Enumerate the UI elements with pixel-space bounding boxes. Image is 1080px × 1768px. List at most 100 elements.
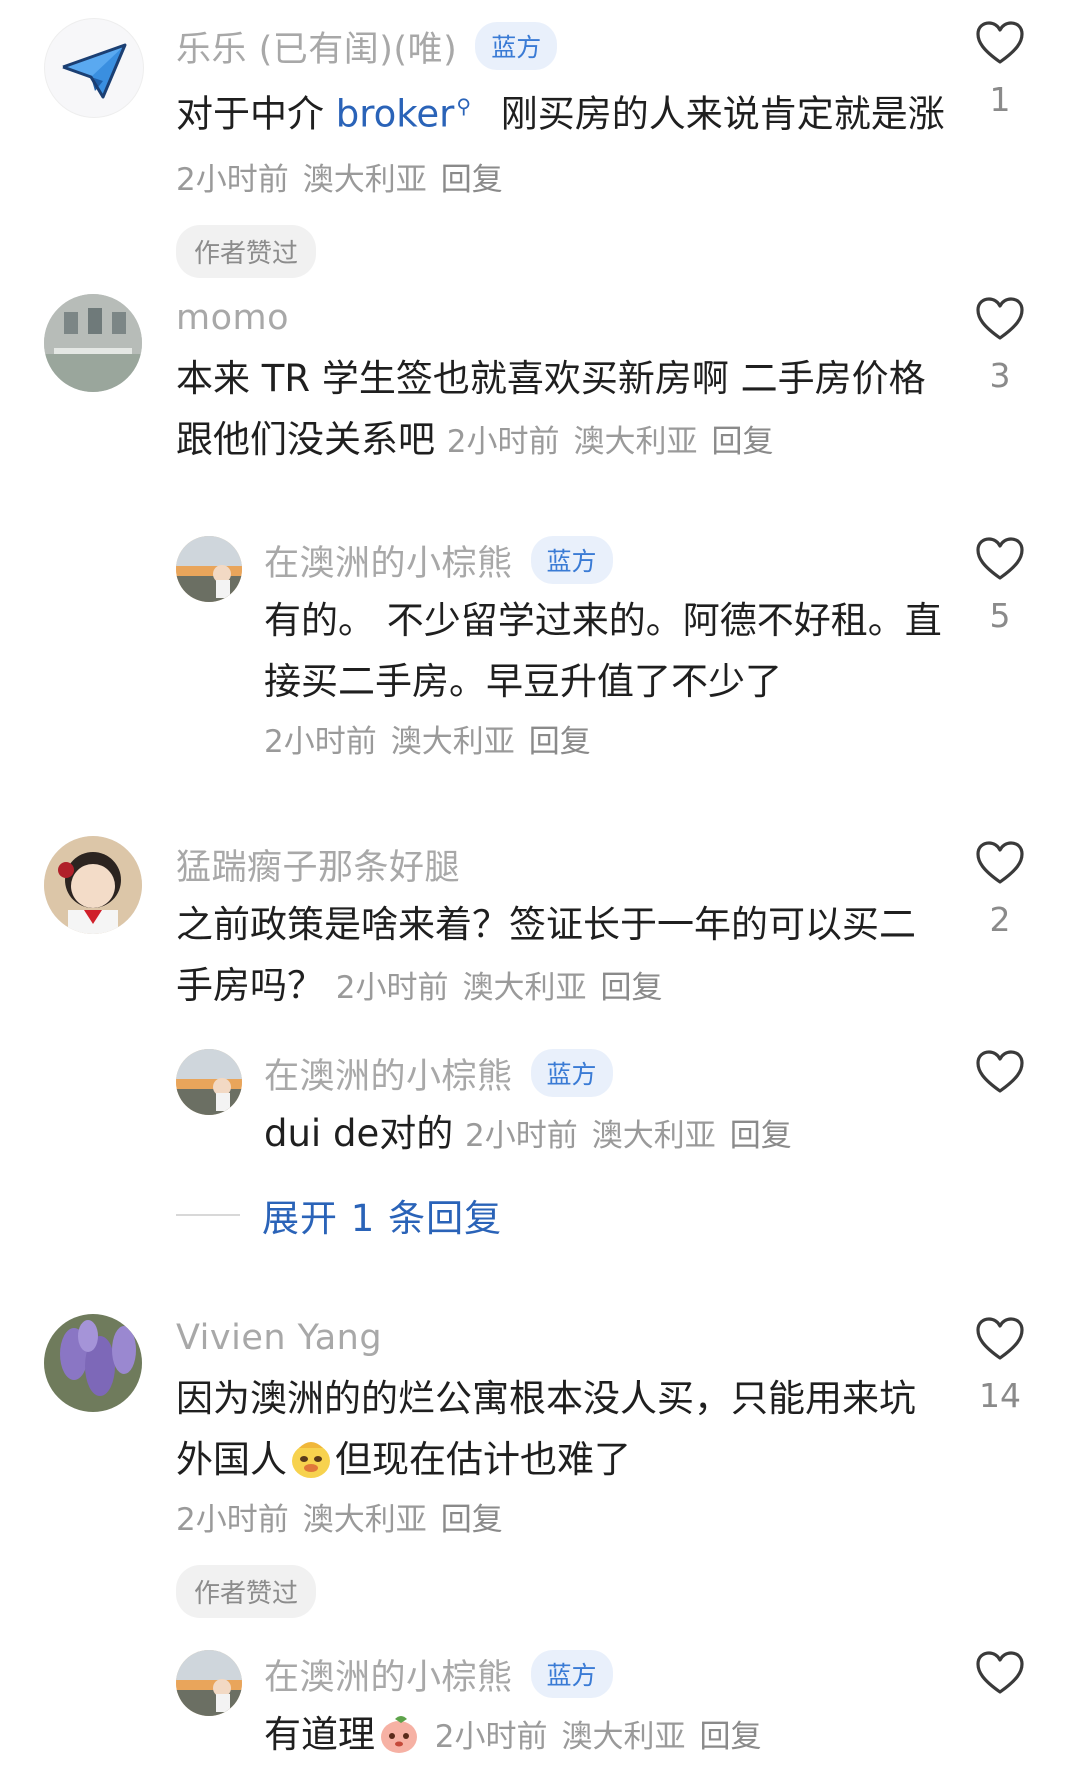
keyword-link[interactable]: broker — [336, 92, 455, 135]
location: 澳大利亚 — [561, 1719, 686, 1755]
reply-button[interactable]: 回复 — [441, 1502, 503, 1538]
comment-text-part: 但现在估计也难了 — [335, 1438, 631, 1481]
heart-icon — [976, 1651, 1024, 1694]
reply-content: 在澳洲的小棕熊 蓝方 有的。 不少留学过来的。阿德不好租。直接买二手房。早豆升值… — [264, 532, 946, 773]
comment-content: Vivien Yang 因为澳洲的的烂公寓根本没人买，只能用来坑外国人 但现在估… — [176, 1310, 946, 1618]
like-count: 3 — [989, 356, 1011, 395]
like-count: 14 — [979, 1376, 1021, 1415]
author-liked-tag: 作者赞过 — [176, 1565, 317, 1618]
reply-text: 有的。 不少留学过来的。阿德不好租。直接买二手房。早豆升值了不少了 — [264, 599, 942, 703]
like-button[interactable]: 2 — [964, 840, 1036, 940]
comment-text-part: 对于中介 — [176, 92, 336, 136]
like-button[interactable] — [964, 1650, 1036, 1696]
like-button[interactable]: 1 — [964, 20, 1036, 120]
reply-content: 在澳洲的小棕熊 蓝方 dui de对的 2小时前 澳大利亚 回复 — [264, 1045, 946, 1167]
divider — [176, 1214, 240, 1216]
comment-content: 乐乐 (已有闺)(唯) 蓝方 对于中介 broker ⚲ 刚买房的人来说肯定就是涨… — [176, 18, 946, 279]
comment-text: 本来 TR 学生签也就喜欢买新房啊 二手房价格跟他们没关系吧 2小时前 澳大利亚回… — [176, 348, 946, 473]
heart-icon — [976, 841, 1024, 884]
location: 澳大利亚 — [390, 724, 515, 760]
avatar-image — [44, 836, 142, 934]
like-button[interactable] — [964, 1049, 1036, 1095]
like-button[interactable]: 14 — [964, 1316, 1036, 1416]
reply-text: 有道理 2小时前 澳大利亚 回复 — [264, 1704, 946, 1768]
side-badge: 蓝方 — [530, 1049, 613, 1097]
avatar-image — [176, 536, 242, 602]
timestamp: 2小时前 — [465, 1118, 578, 1154]
timestamp: 2小时前 — [176, 162, 289, 199]
comment-text: 对于中介 broker ⚲ 刚买房的人来说肯定就是涨 2小时前 澳大利亚 回复 — [176, 76, 946, 211]
comment-meta: 2小时前 澳大利亚 回复 — [176, 1490, 946, 1551]
username[interactable]: 在澳洲的小棕熊 — [264, 1048, 513, 1099]
avatar-image — [44, 294, 142, 392]
like-button[interactable]: 5 — [964, 536, 1036, 636]
username[interactable]: 猛踹瘸子那条好腿 — [176, 839, 460, 890]
reply-button[interactable]: 回复 — [441, 162, 503, 198]
username[interactable]: 在澳洲的小棕熊 — [264, 535, 513, 586]
side-badge: 蓝方 — [530, 536, 613, 584]
timestamp: 2小时前 — [176, 1502, 289, 1538]
avatar[interactable] — [44, 836, 142, 934]
like-count: 5 — [989, 596, 1011, 635]
expand-replies-label[interactable]: 展开 1 条回复 — [262, 1188, 502, 1242]
like-count: 1 — [989, 80, 1011, 119]
avatar-image — [176, 1650, 242, 1716]
location: 澳大利亚 — [573, 424, 698, 460]
reply-meta: 2小时前 澳大利亚 回复 — [264, 712, 946, 773]
paper-plane-icon — [62, 43, 127, 99]
comment-meta: 2小时前 澳大利亚 回复 — [336, 970, 663, 1006]
expand-replies-button[interactable]: 展开 1 条回复 — [176, 1188, 502, 1242]
location: 澳大利亚 — [302, 162, 427, 199]
reply-button[interactable]: 回复 — [730, 1118, 792, 1154]
like-button[interactable]: 3 — [964, 296, 1036, 396]
timestamp: 2小时前 — [335, 970, 449, 1006]
avatar-image — [44, 1314, 142, 1412]
side-badge: 蓝方 — [475, 22, 558, 70]
reply-text: dui de对的 2小时前 澳大利亚 回复 — [264, 1103, 946, 1167]
timestamp: 2小时前 — [446, 424, 560, 460]
avatar[interactable] — [176, 536, 242, 602]
reply-button[interactable]: 回复 — [529, 724, 591, 760]
reply-text-part: 有道理 — [264, 1713, 375, 1756]
side-badge: 蓝方 — [530, 1650, 613, 1698]
reply-button[interactable]: 回复 — [712, 424, 774, 460]
location: 澳大利亚 — [462, 970, 587, 1006]
comment-meta: 2小时前 澳大利亚 回复 — [447, 424, 774, 460]
reply-content: 在澳洲的小棕熊 蓝方 有道理 2小时前 澳大利亚 回复 — [264, 1646, 946, 1768]
search-icon[interactable]: ⚲ — [456, 76, 471, 137]
comment-text-part: 刚买房的人来说肯定就是涨 — [489, 92, 945, 136]
avatar[interactable] — [176, 1049, 242, 1115]
reply-meta: 2小时前 澳大利亚 回复 — [465, 1118, 792, 1154]
username[interactable]: 乐乐 (已有闺)(唯) — [176, 21, 457, 72]
avatar[interactable] — [44, 18, 144, 118]
reply-text-part: dui de对的 — [264, 1112, 454, 1155]
like-count: 2 — [989, 900, 1011, 939]
avatar-image — [176, 1049, 242, 1115]
username[interactable]: 在澳洲的小棕熊 — [264, 1649, 513, 1700]
heart-icon — [976, 21, 1024, 64]
avatar[interactable] — [176, 1650, 242, 1716]
reply-button[interactable]: 回复 — [700, 1719, 762, 1755]
avatar[interactable] — [44, 294, 142, 392]
author-liked-tag: 作者赞过 — [176, 225, 317, 279]
heart-icon — [976, 1050, 1024, 1093]
reply-meta: 2小时前 澳大利亚 回复 — [435, 1719, 762, 1755]
timestamp: 2小时前 — [434, 1719, 548, 1755]
comment-content: momo 本来 TR 学生签也就喜欢买新房啊 二手房价格跟他们没关系吧 2小时前… — [176, 290, 946, 473]
username[interactable]: Vivien Yang — [176, 1318, 382, 1358]
peach-face-emoji-icon — [381, 1716, 417, 1753]
reply-button[interactable]: 回复 — [601, 970, 663, 1006]
smug-face-emoji-icon — [292, 1442, 330, 1478]
comment-text: 因为澳洲的的烂公寓根本没人买，只能用来坑外国人 但现在估计也难了 — [176, 1368, 946, 1490]
location: 澳大利亚 — [302, 1502, 427, 1538]
username[interactable]: momo — [176, 298, 289, 338]
comment-meta: 2小时前 澳大利亚 回复 — [176, 162, 503, 198]
avatar[interactable] — [44, 1314, 142, 1412]
timestamp: 2小时前 — [264, 724, 377, 760]
heart-icon — [976, 297, 1024, 340]
location: 澳大利亚 — [591, 1118, 716, 1154]
heart-icon — [976, 1317, 1024, 1360]
comment-text: 之前政策是啥来着？签证长于一年的可以买二手房吗？ 2小时前 澳大利亚 回复 — [176, 894, 946, 1019]
comment-content: 猛踹瘸子那条好腿 之前政策是啥来着？签证长于一年的可以买二手房吗？ 2小时前 澳大… — [176, 836, 946, 1019]
heart-icon — [976, 537, 1024, 580]
